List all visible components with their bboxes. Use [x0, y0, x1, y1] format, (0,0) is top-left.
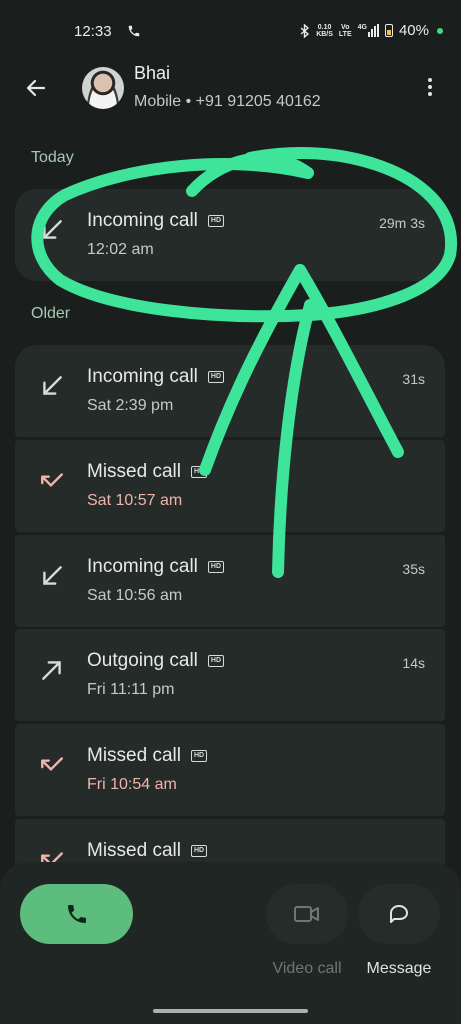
call-time: Sat 10:56 am: [87, 587, 183, 604]
hd-icon: HD: [190, 750, 208, 762]
call-time: 12:02 am: [87, 241, 154, 258]
phone-status-icon: [128, 25, 140, 37]
outgoing-icon: [42, 661, 61, 680]
call-item-today[interactable]: Incoming call HD 12:02 am 29m 3s: [15, 189, 445, 281]
status-time: 12:33: [74, 23, 112, 40]
incoming-icon: [43, 376, 62, 395]
call-type: Incoming call: [87, 210, 198, 231]
call-type: Missed call: [87, 461, 181, 482]
section-today: Today: [31, 149, 74, 166]
contact-name: Bhai: [134, 63, 171, 83]
call-type: Incoming call: [87, 366, 198, 387]
hd-icon: HD: [190, 466, 208, 478]
contact-number: Mobile • +91 91205 40162: [134, 93, 321, 110]
message-icon: [390, 905, 408, 923]
avatar[interactable]: [82, 67, 124, 109]
arrow-back-icon: [26, 79, 46, 97]
volte-icon: Vo LTE: [338, 23, 352, 38]
status-bar: 12:33 0.10 KB/S Vo LTE 4G 40%: [0, 0, 461, 60]
net-speed: 0.10 KB/S: [316, 23, 333, 38]
call-time: Sat 10:57 am: [87, 492, 183, 509]
call-type: Missed call: [87, 745, 181, 766]
status-icons: 0.10 KB/S Vo LTE 4G 40%: [300, 22, 443, 39]
video-call-button[interactable]: [266, 884, 348, 944]
missed-icon: [41, 473, 63, 488]
call-duration: 29m 3s: [379, 215, 425, 231]
call-item[interactable]: Missed call HD Sat 10:57 am: [15, 440, 445, 532]
hd-icon: HD: [190, 845, 208, 857]
call-type: Missed call: [87, 840, 181, 861]
call-duration: 31s: [402, 371, 425, 387]
hd-icon: HD: [207, 655, 225, 667]
signal-icon: 4G: [358, 24, 379, 37]
call-time: Fri 11:11 pm: [87, 681, 175, 698]
call-duration: 35s: [402, 561, 425, 577]
call-button[interactable]: [20, 884, 133, 944]
call-time: Sat 2:39 pm: [87, 397, 174, 414]
call-type: Incoming call: [87, 556, 198, 577]
message-label: Message: [366, 960, 432, 977]
call-time: Fri 10:54 am: [87, 776, 177, 793]
call-duration: 14s: [402, 655, 425, 671]
message-button[interactable]: [358, 884, 440, 944]
battery-icon: [384, 24, 393, 37]
privacy-dot-icon: [437, 27, 443, 34]
bluetooth-icon: [300, 23, 310, 38]
back-button[interactable]: [20, 72, 52, 104]
more-options-button[interactable]: [420, 74, 440, 100]
home-indicator[interactable]: [153, 1009, 308, 1013]
call-type: Outgoing call: [87, 650, 198, 671]
incoming-icon: [43, 220, 62, 239]
call-item[interactable]: Missed call HD Fri 10:54 am: [15, 724, 445, 816]
phone-icon: [67, 905, 86, 923]
hd-icon: HD: [207, 561, 225, 573]
call-item[interactable]: Outgoing call HD Fri 11:11 pm 14s: [15, 629, 445, 721]
call-item[interactable]: Incoming call HD Sat 2:39 pm 31s: [15, 345, 445, 437]
hd-icon: HD: [207, 371, 225, 383]
video-call-label: Video call: [272, 960, 342, 977]
call-item[interactable]: Incoming call HD Sat 10:56 am 35s: [15, 535, 445, 627]
missed-icon: [41, 757, 63, 772]
battery-level: 40%: [398, 22, 429, 39]
hd-icon: HD: [207, 215, 225, 227]
incoming-icon: [43, 566, 62, 585]
section-older: Older: [31, 305, 71, 322]
videocam-icon: [294, 906, 319, 922]
